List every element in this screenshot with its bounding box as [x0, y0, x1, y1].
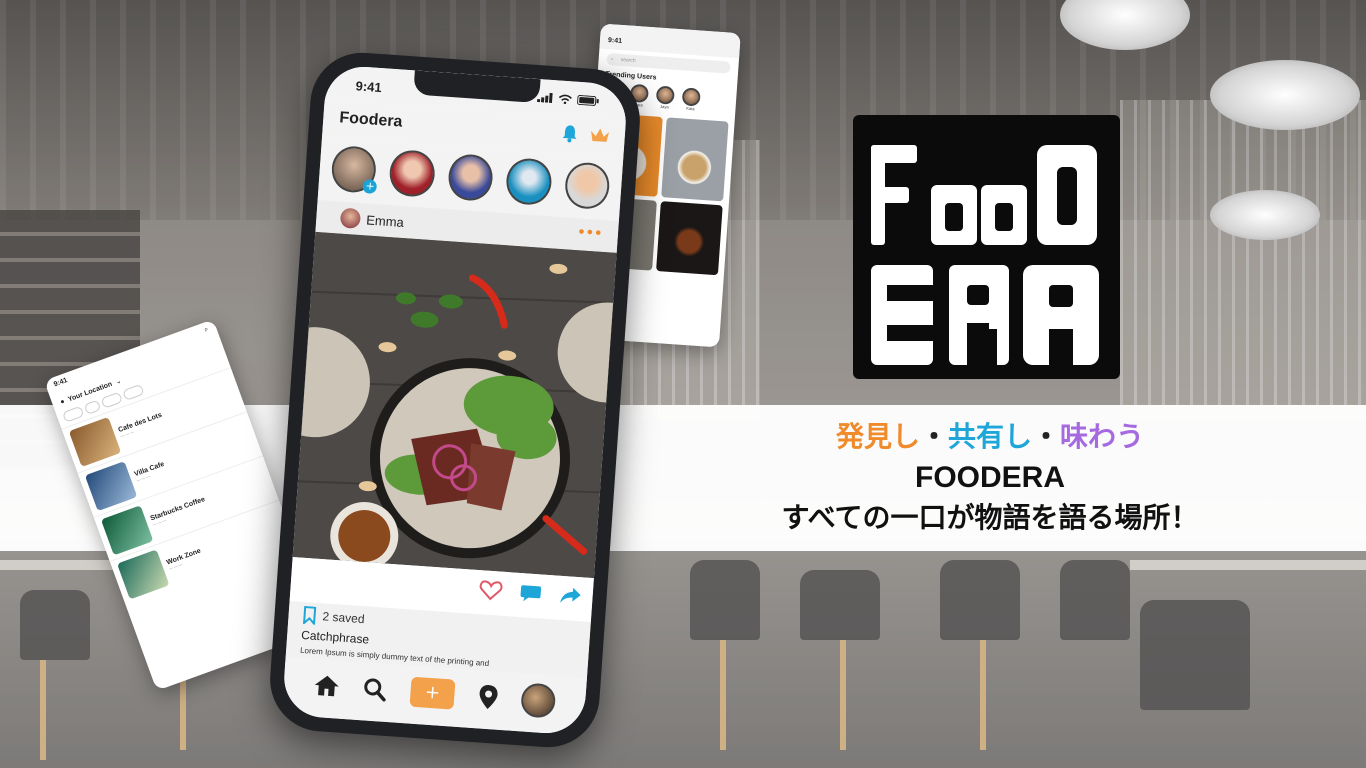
tagline-discover: 発見し — [835, 420, 920, 453]
tagline-taste: 味わう — [1060, 420, 1145, 453]
story-avatar-self[interactable]: + — [330, 144, 378, 195]
story-avatar[interactable] — [563, 161, 611, 211]
trending-user-name: Jaya — [660, 103, 669, 110]
foodera-logo — [853, 115, 1120, 379]
search-icon: ⌕ — [610, 56, 614, 63]
tagline-separator: ・ — [919, 420, 948, 453]
chevron-down-icon: ⌄ — [114, 377, 123, 387]
add-post-button[interactable]: + — [409, 676, 456, 710]
bell-icon[interactable] — [560, 123, 579, 144]
status-icons — [536, 92, 600, 106]
profile-avatar[interactable] — [520, 682, 557, 719]
signal-icon — [536, 92, 553, 104]
search-placeholder: search — [620, 56, 636, 64]
search-icon[interactable] — [362, 676, 388, 702]
battery-icon — [577, 94, 599, 106]
tagline: 発見し・共有し・味わう — [700, 418, 1280, 456]
tagline-separator: ・ — [1032, 420, 1061, 453]
avatar — [681, 87, 701, 107]
more-options-icon[interactable]: ••• — [576, 222, 603, 243]
like-icon[interactable] — [478, 578, 503, 602]
post-author[interactable]: Emma — [339, 207, 405, 232]
map-pin-icon[interactable] — [477, 683, 499, 710]
add-story-icon[interactable]: + — [362, 179, 378, 195]
story-avatar[interactable] — [388, 148, 437, 198]
story-avatar[interactable] — [505, 157, 553, 207]
story-avatar[interactable] — [446, 153, 495, 203]
wifi-icon — [558, 94, 572, 105]
status-time: 9:41 — [52, 376, 69, 389]
logo-lettering — [871, 145, 1099, 365]
pin-icon: ● — [59, 397, 66, 406]
post-card[interactable] — [661, 117, 729, 202]
trending-user[interactable]: Kata — [681, 87, 701, 111]
status-time: 9:41 — [607, 37, 623, 45]
post-card[interactable] — [656, 201, 723, 276]
brand-name: FOODERA — [915, 461, 1065, 494]
post-username: Emma — [365, 211, 405, 230]
tagline-block: 発見し・共有し・味わう FOODERA すべての一口が物語を語る場所！ — [700, 418, 1280, 538]
avatar — [339, 207, 362, 229]
app-title: Foodera — [338, 109, 403, 131]
status-time: 9:41 — [355, 78, 383, 96]
home-icon[interactable] — [313, 673, 341, 699]
cafe-thumbnail — [117, 549, 170, 600]
bookmark-icon — [302, 605, 317, 625]
crown-icon[interactable] — [588, 125, 611, 144]
tagline-share: 共有し — [947, 420, 1032, 453]
main-phone: 9:41 Foodera + Emma ••• 2 saved Catchphr… — [266, 49, 644, 751]
slogan: すべての一口が物語を語る場所！ — [781, 501, 1199, 534]
phone-screen: 9:41 Foodera + Emma ••• 2 saved Catchphr… — [281, 64, 629, 736]
comment-icon[interactable] — [518, 581, 543, 605]
search-icon[interactable]: ⌕ — [203, 326, 209, 335]
trending-user[interactable]: Jaya — [655, 85, 675, 110]
food-photo — [292, 231, 617, 579]
header-icons — [560, 123, 611, 146]
share-icon[interactable] — [558, 584, 583, 608]
trending-user-name: Kata — [686, 105, 695, 112]
avatar — [655, 85, 675, 105]
post-image[interactable] — [292, 231, 617, 579]
saved-label: 2 saved — [322, 609, 366, 627]
